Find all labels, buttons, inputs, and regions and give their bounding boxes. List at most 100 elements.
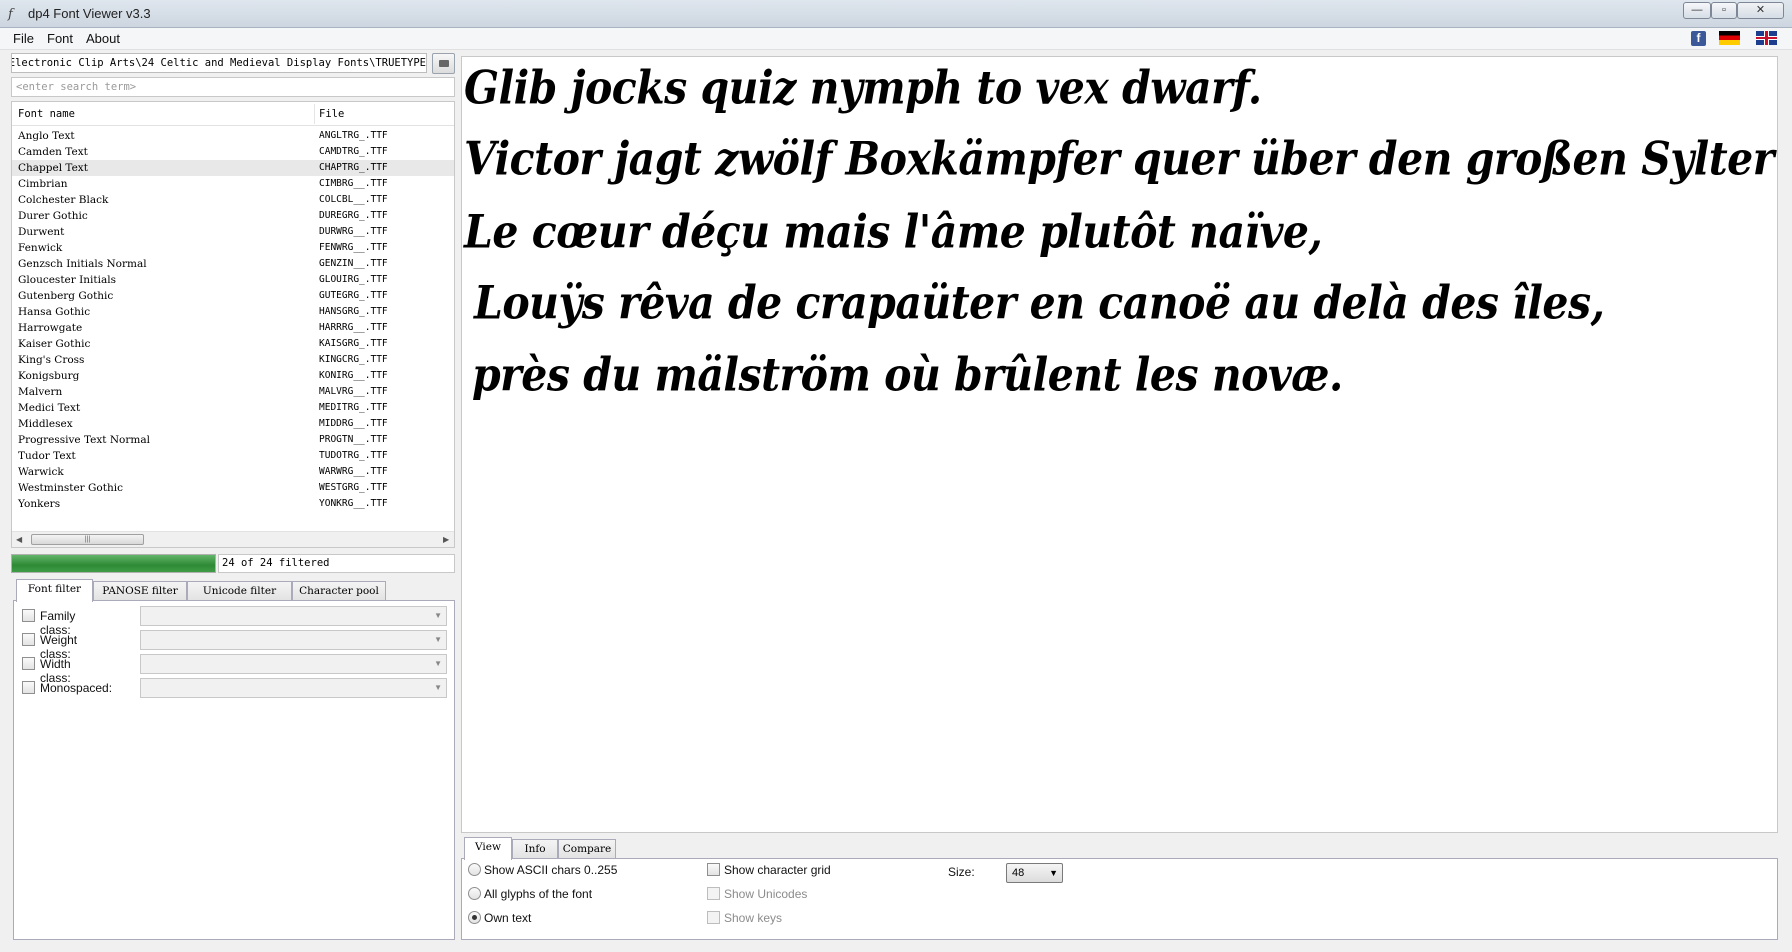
font-name-cell: Progressive Text Normal (18, 434, 150, 446)
table-row[interactable]: Middlesex MIDDRG__.TTF (12, 416, 454, 432)
table-row[interactable]: Camden Text CAMDTRG_.TTF (12, 144, 454, 160)
show-keys-label: Show keys (724, 911, 783, 925)
table-row[interactable]: Warwick WARWRG__.TTF (12, 464, 454, 480)
width-class-select[interactable]: ▼ (140, 654, 447, 674)
width-class-checkbox[interactable] (22, 657, 35, 670)
show-ascii-radio[interactable] (468, 863, 481, 876)
filter-progress-bar (11, 554, 216, 573)
table-row[interactable]: Anglo Text ANGLTRG_.TTF (12, 128, 454, 144)
uk-flag-icon[interactable] (1756, 31, 1777, 45)
menu-file[interactable]: File (13, 31, 34, 46)
table-row[interactable]: Hansa Gothic HANSGRG_.TTF (12, 304, 454, 320)
table-row[interactable]: Durwent DURWRG__.TTF (12, 224, 454, 240)
table-row[interactable]: Harrowgate HARRRG__.TTF (12, 320, 454, 336)
font-name-cell: Malvern (18, 386, 63, 398)
monospaced-checkbox[interactable] (22, 681, 35, 694)
tab-view[interactable]: View (464, 837, 512, 860)
folder-path-field[interactable]: er Electronic Clip Arts\24 Celtic and Me… (11, 53, 427, 73)
family-class-select[interactable]: ▼ (140, 606, 447, 626)
show-grid-checkbox[interactable] (707, 863, 720, 876)
tab-compare[interactable]: Compare (558, 839, 616, 859)
tab-character-pool[interactable]: Character pool (292, 581, 386, 601)
table-row[interactable]: Tudor Text TUDOTRG_.TTF (12, 448, 454, 464)
font-file-cell: CIMBRG__.TTF (319, 178, 388, 189)
monospaced-select[interactable]: ▼ (140, 678, 447, 698)
scroll-thumb[interactable]: ||| (31, 534, 144, 545)
preview-line-3: Le cœur déçu mais l'âme plutôt naïve, (464, 205, 1323, 259)
tab-panose-filter[interactable]: PANOSE filter (93, 581, 187, 601)
column-header-file[interactable]: File (319, 108, 344, 120)
column-header-font-name[interactable]: Font name (18, 108, 75, 120)
show-keys-checkbox[interactable] (707, 911, 720, 924)
list-header: Font name File (12, 102, 454, 126)
font-name-cell: Chappel Text (18, 162, 88, 174)
chevron-down-icon: ▼ (434, 635, 442, 644)
maximize-button[interactable]: ▫ (1711, 2, 1737, 19)
close-button[interactable]: ✕ (1737, 2, 1784, 19)
font-list[interactable]: Font name File Anglo Text ANGLTRG_.TTF Cam… (11, 101, 455, 548)
minimize-button[interactable]: — (1683, 2, 1711, 19)
font-name-cell: Konigsburg (18, 370, 80, 382)
table-row[interactable]: Gloucester Initials GLOUIRG_.TTF (12, 272, 454, 288)
tab-unicode-filter[interactable]: Unicode filter (187, 581, 292, 601)
font-name-cell: Tudor Text (18, 450, 76, 462)
title-bar: f dp4 Font Viewer v3.3 — ▫ ✕ (0, 0, 1792, 28)
table-row[interactable]: Kaiser Gothic KAISGRG_.TTF (12, 336, 454, 352)
all-glyphs-label: All glyphs of the font (484, 887, 593, 901)
font-name-cell: Yonkers (18, 498, 61, 510)
horizontal-scrollbar[interactable]: ◀ ||| ▶ (12, 531, 454, 547)
font-name-cell: Westminster Gothic (18, 482, 123, 494)
all-glyphs-radio[interactable] (468, 887, 481, 900)
table-row[interactable]: Cimbrian CIMBRG__.TTF (12, 176, 454, 192)
font-name-cell: Harrowgate (18, 322, 83, 334)
tab-info[interactable]: Info (512, 839, 558, 859)
font-name-cell: Kaiser Gothic (18, 338, 91, 350)
facebook-icon[interactable]: f (1691, 31, 1706, 46)
table-row[interactable]: King's Cross KINGCRG_.TTF (12, 352, 454, 368)
scroll-right-icon[interactable]: ▶ (443, 535, 449, 544)
font-file-cell: MIDDRG__.TTF (319, 418, 388, 429)
table-row[interactable]: Gutenberg Gothic GUTEGRG_.TTF (12, 288, 454, 304)
table-row[interactable]: Yonkers YONKRG__.TTF (12, 496, 454, 512)
font-file-cell: MALVRG__.TTF (319, 386, 388, 397)
own-text-radio[interactable] (468, 911, 481, 924)
table-row[interactable]: Fenwick FENWRG__.TTF (12, 240, 454, 256)
size-select[interactable]: 48 ▼ (1006, 863, 1063, 883)
show-unicodes-checkbox[interactable] (707, 887, 720, 900)
font-file-cell: COLCBL__.TTF (319, 194, 388, 205)
weight-class-checkbox[interactable] (22, 633, 35, 646)
menu-font[interactable]: Font (47, 31, 73, 46)
font-file-cell: DUREGRG_.TTF (319, 210, 388, 221)
chevron-down-icon: ▼ (434, 683, 442, 692)
size-value: 48 (1012, 867, 1025, 879)
browse-folder-button[interactable] (432, 53, 455, 74)
table-row[interactable]: Chappel Text CHAPTRG_.TTF (12, 160, 454, 176)
font-name-cell: Anglo Text (18, 130, 75, 142)
table-row[interactable]: Malvern MALVRG__.TTF (12, 384, 454, 400)
search-input[interactable] (11, 77, 455, 97)
preview-line-5: près du mälström où brûlent les novæ. (472, 348, 1343, 402)
font-preview-area[interactable]: Glib jocks quiz nymph to vex dwarf. Vict… (461, 56, 1778, 833)
font-file-cell: KINGCRG_.TTF (319, 354, 388, 365)
table-row[interactable]: Medici Text MEDITRG_.TTF (12, 400, 454, 416)
tab-font-filter[interactable]: Font filter (16, 579, 93, 602)
preview-line-4: Louÿs rêva de crapaüter en canoë au delà… (474, 276, 1605, 330)
font-file-cell: GLOUIRG_.TTF (319, 274, 388, 285)
family-class-checkbox[interactable] (22, 609, 35, 622)
font-file-cell: HANSGRG_.TTF (319, 306, 388, 317)
table-row[interactable]: Colchester Black COLCBL__.TTF (12, 192, 454, 208)
font-file-cell: WESTGRG_.TTF (319, 482, 388, 493)
scroll-left-icon[interactable]: ◀ (16, 535, 22, 544)
font-file-cell: DURWRG__.TTF (319, 226, 388, 237)
font-file-cell: MEDITRG_.TTF (319, 402, 388, 413)
table-row[interactable]: Konigsburg KONIRG__.TTF (12, 368, 454, 384)
german-flag-icon[interactable] (1719, 31, 1740, 45)
own-text-label: Own text (484, 911, 532, 925)
weight-class-select[interactable]: ▼ (140, 630, 447, 650)
font-name-cell: Medici Text (18, 402, 81, 414)
table-row[interactable]: Durer Gothic DUREGRG_.TTF (12, 208, 454, 224)
table-row[interactable]: Genzsch Initials Normal GENZIN__.TTF (12, 256, 454, 272)
menu-about[interactable]: About (86, 31, 120, 46)
table-row[interactable]: Westminster Gothic WESTGRG_.TTF (12, 480, 454, 496)
table-row[interactable]: Progressive Text Normal PROGTN__.TTF (12, 432, 454, 448)
